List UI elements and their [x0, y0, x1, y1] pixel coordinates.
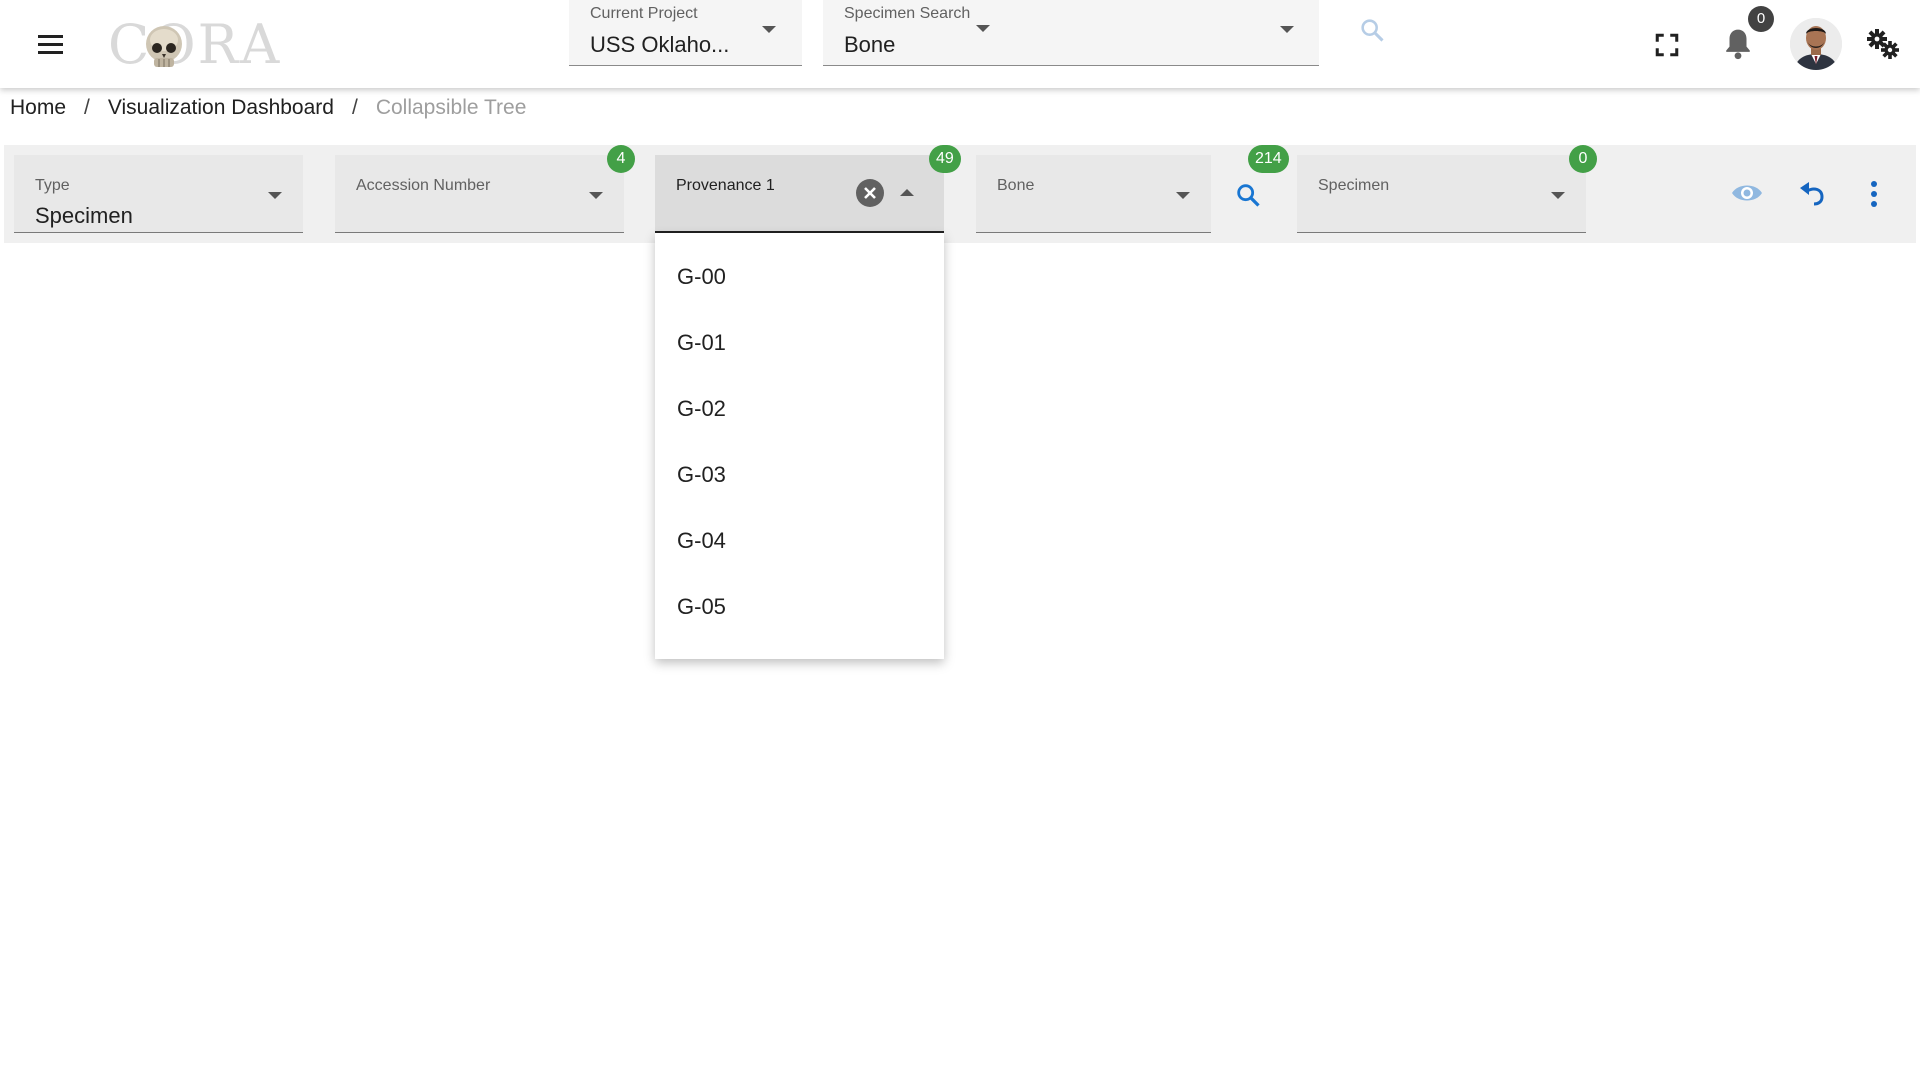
type-select[interactable]: Type Specimen	[14, 155, 303, 233]
specimen-count-badge: 0	[1569, 145, 1597, 173]
bone-select[interactable]: Bone	[976, 155, 1211, 233]
list-item[interactable]: G-00	[655, 244, 944, 310]
chevron-down-icon	[1176, 192, 1190, 199]
breadcrumb-visualization-dashboard[interactable]: Visualization Dashboard	[108, 96, 334, 120]
chevron-down-icon	[762, 26, 776, 33]
user-avatar-icon	[1790, 18, 1842, 70]
fullscreen-icon[interactable]	[1654, 32, 1680, 58]
eye-icon[interactable]	[1730, 179, 1764, 207]
skull-icon	[146, 26, 182, 67]
filter-bar: Type Specimen Accession Number 4 Provena…	[4, 145, 1916, 243]
list-item[interactable]: G-01	[655, 310, 944, 376]
accession-count-badge: 4	[607, 145, 635, 173]
search-icon[interactable]	[1358, 16, 1386, 44]
close-icon	[864, 187, 876, 199]
chevron-down-icon	[1551, 192, 1565, 199]
chevron-down-icon	[1280, 26, 1294, 33]
type-label: Type	[35, 177, 70, 194]
type-value: Specimen	[35, 203, 133, 228]
settings-gears-icon[interactable]	[1866, 28, 1900, 60]
provenance-count-badge: 49	[929, 145, 961, 173]
list-item[interactable]: G-02	[655, 376, 944, 442]
undo-icon[interactable]	[1796, 177, 1828, 209]
current-project-select[interactable]: Current Project USS Oklaho...	[569, 0, 802, 66]
search-icon[interactable]	[1234, 181, 1262, 209]
breadcrumb-separator: /	[84, 96, 90, 119]
accession-number-label: Accession Number	[356, 177, 491, 194]
notification-count-badge: 0	[1748, 6, 1774, 32]
chevron-down-icon	[976, 25, 990, 32]
app-logo[interactable]: CORA	[108, 14, 279, 76]
chevron-up-icon[interactable]	[900, 189, 914, 196]
breadcrumb-home[interactable]: Home	[10, 96, 66, 120]
provenance-dropdown-list: G-00 G-01 G-02 G-03 G-04 G-05	[655, 233, 944, 659]
more-vert-icon[interactable]	[1869, 179, 1879, 209]
provenance-label: Provenance 1	[676, 177, 775, 194]
current-project-value: USS Oklaho...	[590, 32, 730, 57]
bone-label: Bone	[997, 177, 1035, 194]
app-bar: CORA Current Project USS Oklaho... Speci…	[0, 0, 1920, 88]
avatar[interactable]	[1790, 18, 1842, 70]
bell-icon[interactable]	[1722, 27, 1754, 61]
chevron-down-icon	[589, 192, 603, 199]
list-item[interactable]: G-05	[655, 574, 944, 640]
specimen-search-select[interactable]: Specimen Search Bone	[823, 0, 1319, 66]
breadcrumb-current: Collapsible Tree	[375, 96, 527, 119]
list-item[interactable]: G-04	[655, 508, 944, 574]
specimen-search-value: Bone	[844, 32, 896, 57]
menu-icon[interactable]	[32, 26, 68, 62]
specimen-select[interactable]: Specimen	[1297, 155, 1586, 233]
bone-count-badge: 214	[1248, 145, 1289, 173]
current-project-label: Current Project	[590, 5, 698, 22]
list-item[interactable]: G-03	[655, 442, 944, 508]
accession-number-select[interactable]: Accession Number	[335, 155, 624, 233]
clear-icon[interactable]	[856, 179, 884, 207]
provenance-select[interactable]: Provenance 1	[655, 155, 944, 233]
logo-text: CORA	[108, 13, 282, 76]
breadcrumb-separator: /	[351, 96, 358, 119]
breadcrumb: Home / Visualization Dashboard / Collaps…	[10, 94, 526, 122]
specimen-search-label: Specimen Search	[844, 5, 971, 22]
specimen-label: Specimen	[1318, 177, 1390, 194]
chevron-down-icon	[268, 192, 282, 199]
